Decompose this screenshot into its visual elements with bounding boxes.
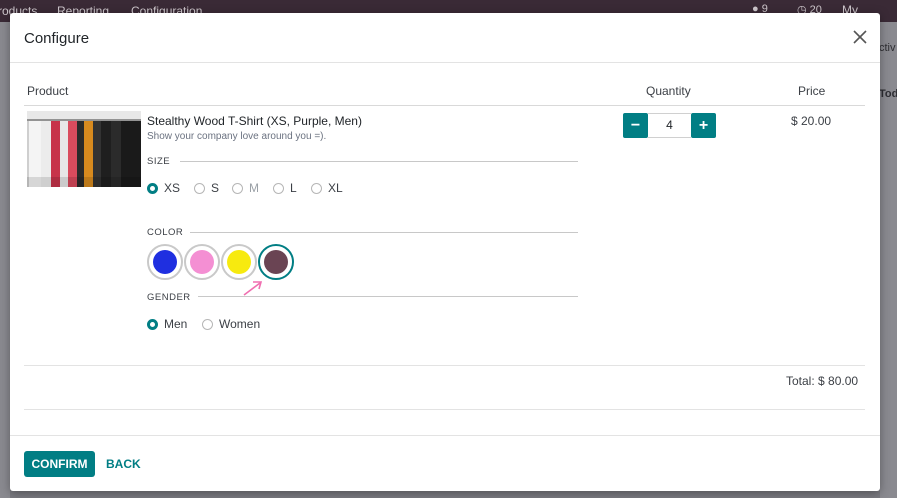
product-description: Show your company love around you =). (147, 131, 327, 142)
size-divider (180, 161, 578, 162)
back-button[interactable]: BACK (106, 451, 141, 477)
size-option-xs[interactable]: XS (147, 181, 180, 195)
confirm-button[interactable]: CONFIRM (24, 451, 95, 477)
order-total: Total: $ 80.00 (786, 374, 859, 388)
size-option-xl[interactable]: XL (311, 181, 343, 195)
total-bottom-divider (24, 409, 865, 410)
product-name: Stealthy Wood T-Shirt (XS, Purple, Men) (147, 114, 362, 128)
quantity-stepper: − 4 + (623, 113, 716, 138)
color-divider (190, 232, 578, 233)
product-price: $ 20.00 (791, 114, 832, 128)
size-option-m[interactable]: M (232, 181, 259, 195)
radio-icon (147, 182, 158, 194)
header-divider (24, 105, 865, 106)
size-option-s[interactable]: S (194, 181, 219, 195)
arrow-pointer-icon (243, 281, 263, 296)
total-top-divider (24, 365, 865, 366)
close-icon[interactable] (850, 27, 870, 47)
background-fragment: Tod (879, 88, 897, 100)
color-swatch-pink[interactable] (184, 244, 220, 280)
decrease-quantity-button[interactable]: − (623, 113, 648, 138)
size-option-l[interactable]: L (273, 181, 297, 195)
color-swatch-purple[interactable] (258, 244, 294, 280)
radio-icon (232, 182, 243, 194)
configure-dialog: Configure Product Quantity Price Stealth… (10, 13, 880, 491)
gender-option-men[interactable]: Men (147, 317, 187, 331)
dialog-header: Configure (10, 13, 880, 63)
dialog-title: Configure (24, 30, 90, 47)
column-header-price: Price (798, 84, 826, 98)
gender-divider (198, 296, 578, 297)
color-swatch-yellow[interactable] (221, 244, 257, 280)
color-label: COLOR (147, 227, 184, 238)
gender-label: GENDER (147, 292, 191, 303)
radio-icon (202, 318, 213, 330)
tshirts-rack-image (27, 111, 141, 187)
radio-icon (147, 318, 158, 330)
background-panel-left (0, 22, 10, 498)
footer-divider (10, 435, 880, 436)
column-header-product: Product (27, 84, 69, 98)
radio-icon (273, 182, 284, 194)
product-image (27, 111, 141, 187)
radio-icon (194, 182, 205, 194)
column-header-quantity: Quantity (646, 84, 691, 98)
gender-option-women[interactable]: Women (202, 317, 260, 331)
color-swatch-blue[interactable] (147, 244, 183, 280)
size-label: SIZE (147, 156, 171, 167)
increase-quantity-button[interactable]: + (691, 113, 716, 138)
background-fragment: ctiv (879, 42, 896, 54)
radio-icon (311, 182, 322, 194)
quantity-input[interactable]: 4 (648, 113, 691, 138)
